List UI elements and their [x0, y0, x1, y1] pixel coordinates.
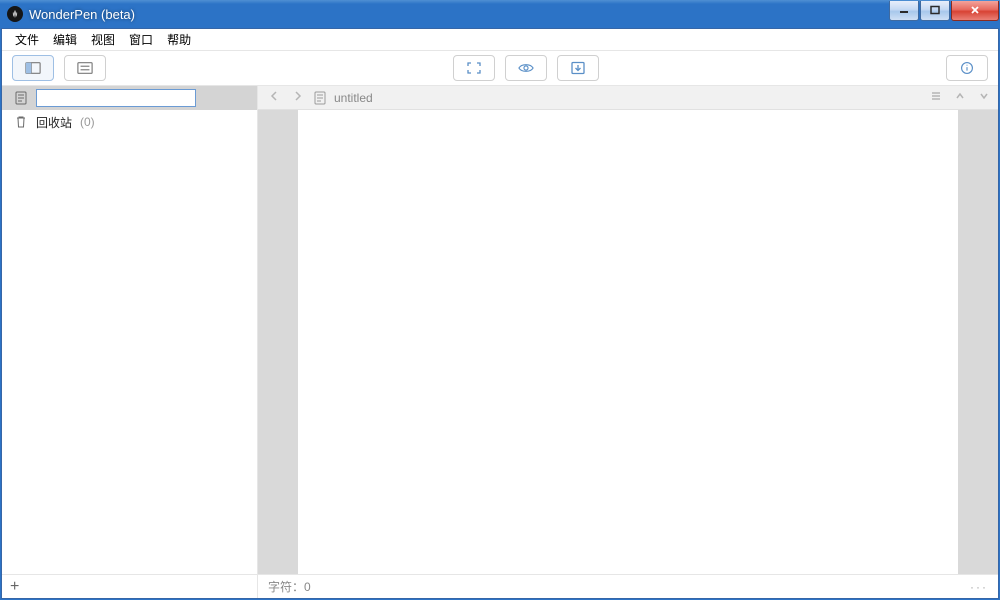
- list-icon[interactable]: [930, 90, 942, 105]
- sidebar-footer: +: [2, 574, 257, 598]
- char-count: 字符：0: [268, 578, 311, 595]
- menu-bar: 文件 编辑 视图 窗口 帮助: [2, 29, 998, 50]
- titlebar[interactable]: WonderPen (beta): [1, 0, 999, 28]
- window-title: WonderPen (beta): [29, 7, 888, 22]
- trash-icon: [14, 115, 28, 129]
- sidebar: 回收站 (0) +: [2, 86, 258, 598]
- minimize-button[interactable]: [889, 1, 919, 21]
- chevron-up-icon[interactable]: [954, 90, 966, 105]
- toolbar: [2, 50, 998, 86]
- trash-label: 回收站: [36, 114, 72, 131]
- preview-button[interactable]: [505, 55, 547, 81]
- sidebar-layout-icon: [25, 61, 41, 75]
- add-document-button[interactable]: +: [10, 579, 19, 595]
- editor-pane: untitled 字符：0 ···: [258, 86, 998, 598]
- menu-view[interactable]: 视图: [84, 29, 122, 50]
- download-icon: [570, 61, 586, 75]
- editor-textarea[interactable]: [298, 110, 958, 574]
- editor-tabbar: untitled: [258, 86, 998, 110]
- nav-back-button[interactable]: [266, 90, 282, 105]
- editor-right-gutter: [958, 110, 998, 574]
- document-icon: [314, 91, 326, 105]
- maximize-button[interactable]: [920, 1, 950, 21]
- more-button[interactable]: ···: [970, 580, 988, 594]
- info-button[interactable]: [946, 55, 988, 81]
- menu-window[interactable]: 窗口: [122, 29, 160, 50]
- document-icon: [14, 91, 28, 105]
- editor-doc-title: untitled: [334, 91, 373, 105]
- nav-forward-button[interactable]: [290, 90, 306, 105]
- close-button[interactable]: [951, 1, 999, 21]
- menu-edit[interactable]: 编辑: [46, 29, 84, 50]
- main-split: 回收站 (0) + untitled: [2, 86, 998, 598]
- editor-body: [258, 110, 998, 574]
- window-controls: [888, 1, 999, 21]
- node-rename-input[interactable]: [36, 89, 196, 107]
- app-icon: [7, 6, 23, 22]
- fullscreen-button[interactable]: [453, 55, 495, 81]
- trash-count: (0): [80, 115, 95, 129]
- window-frame: WonderPen (beta) 文件 编辑 视图 窗口 帮助: [0, 0, 1000, 600]
- tree-node-new[interactable]: [2, 86, 257, 110]
- client-area: 文件 编辑 视图 窗口 帮助: [1, 28, 999, 599]
- toggle-outline-button[interactable]: [64, 55, 106, 81]
- tree-node-trash[interactable]: 回收站 (0): [2, 110, 257, 134]
- export-button[interactable]: [557, 55, 599, 81]
- document-tree[interactable]: 回收站 (0): [2, 86, 257, 574]
- editor-tabbar-right: [930, 90, 990, 105]
- editor-left-gutter: [258, 110, 298, 574]
- list-layout-icon: [77, 61, 93, 75]
- info-icon: [959, 61, 975, 75]
- fullscreen-icon: [466, 61, 482, 75]
- eye-icon: [518, 61, 534, 75]
- toggle-sidebar-button[interactable]: [12, 55, 54, 81]
- chevron-down-icon[interactable]: [978, 90, 990, 105]
- menu-help[interactable]: 帮助: [160, 29, 198, 50]
- status-bar: 字符：0 ···: [258, 574, 998, 598]
- menu-file[interactable]: 文件: [8, 29, 46, 50]
